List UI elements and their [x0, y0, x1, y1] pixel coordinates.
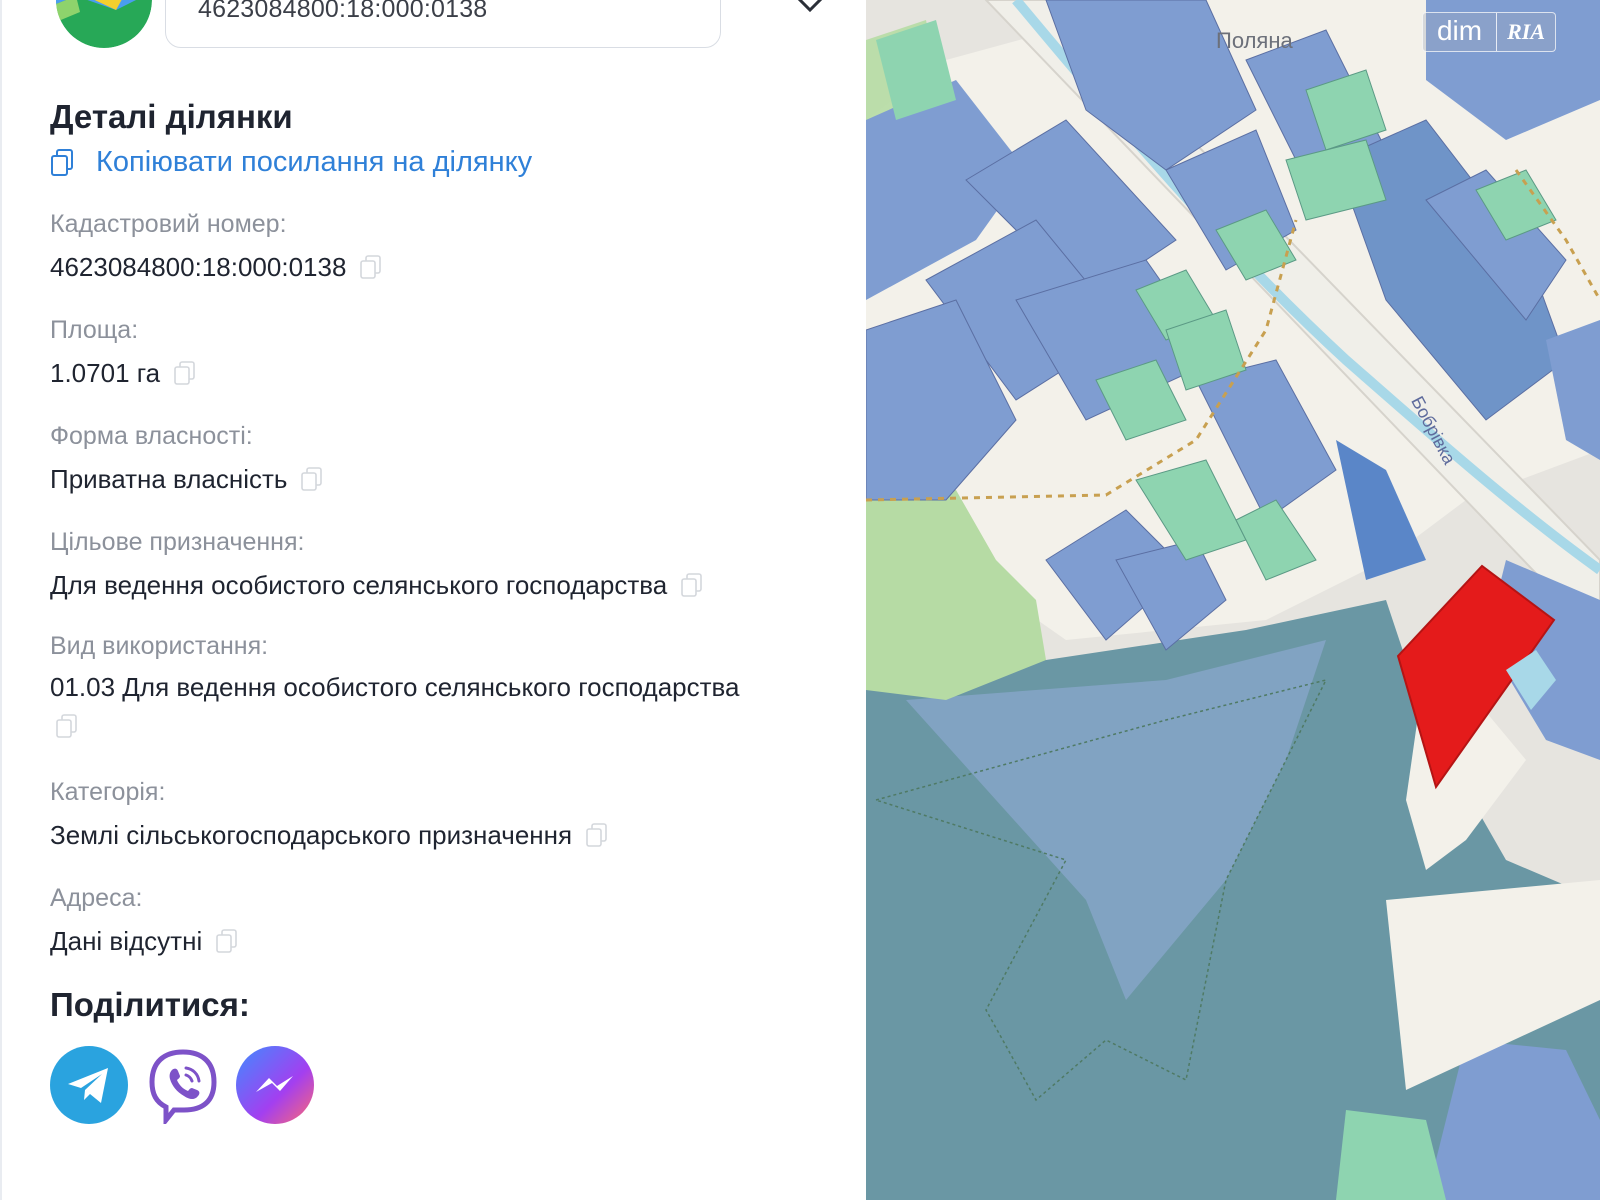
- address-label: Адреса:: [50, 884, 143, 912]
- search-input-value[interactable]: 4623084800:18:000:0138: [198, 0, 487, 24]
- copy-icon[interactable]: [301, 466, 323, 493]
- usage-value: 01.03 Для ведення особистого селянського…: [50, 672, 740, 703]
- area-text: 1.0701 га: [50, 358, 161, 388]
- share-title: Поділитися:: [50, 986, 250, 1023]
- telegram-icon: [68, 1068, 108, 1103]
- copy-icon[interactable]: [216, 928, 238, 955]
- copy-parcel-link[interactable]: Копіювати посилання на ділянку: [50, 146, 532, 179]
- area-label: Площа:: [50, 316, 139, 344]
- share-telegram-button[interactable]: [50, 1046, 128, 1124]
- share-messenger-button[interactable]: [236, 1046, 314, 1124]
- copy-icon[interactable]: [56, 714, 78, 740]
- cadastral-number-value: 4623084800:18:000:0138: [50, 252, 382, 283]
- cadastral-number-text: 4623084800:18:000:0138: [50, 252, 347, 282]
- app-logo[interactable]: [56, 0, 152, 48]
- copy-link-label: Копіювати посилання на ділянку: [96, 146, 533, 178]
- purpose-text: Для ведення особистого селянського госпо…: [50, 570, 668, 600]
- viber-icon: [149, 1049, 217, 1128]
- category-label: Категорія:: [50, 778, 166, 806]
- close-icon[interactable]: [790, 0, 830, 30]
- messenger-icon: [256, 1076, 293, 1092]
- copy-icon[interactable]: [586, 822, 608, 849]
- copy-icon: [51, 148, 73, 176]
- ownership-label: Форма власності:: [50, 422, 253, 450]
- address-value: Дані відсутні: [50, 926, 238, 957]
- copy-icon[interactable]: [360, 254, 382, 281]
- map-canvas[interactable]: [866, 0, 1600, 1200]
- address-text: Дані відсутні: [50, 926, 203, 956]
- parcel-details-panel: 4623084800:18:000:0138 Деталі ділянки Ко…: [0, 0, 866, 1200]
- share-viber-button[interactable]: [144, 1046, 222, 1128]
- brand-ria-text: RIA: [1496, 13, 1555, 51]
- area-value: 1.0701 га: [50, 358, 196, 389]
- purpose-label: Цільове призначення:: [50, 528, 305, 556]
- dimria-logo: dim RIA: [1421, 12, 1556, 52]
- brand-dim-text: dim: [1436, 15, 1483, 46]
- category-value: Землі сільськогосподарського призначення: [50, 820, 608, 851]
- ownership-value: Приватна власність: [50, 464, 323, 495]
- close-button[interactable]: [790, 0, 830, 30]
- usage-text: 01.03 Для ведення особистого селянського…: [50, 672, 740, 702]
- cadastral-number-label: Кадастровий номер:: [50, 210, 287, 238]
- page-title: Деталі ділянки: [50, 98, 293, 135]
- copy-icon[interactable]: [174, 360, 196, 387]
- purpose-value: Для ведення особистого селянського госпо…: [50, 570, 703, 601]
- map-place-label: Поляна: [1216, 28, 1293, 53]
- cadastral-map[interactable]: Поляна Бобрівка dim RIA: [866, 0, 1600, 1200]
- copy-icon[interactable]: [681, 572, 703, 599]
- cadastral-search-input[interactable]: 4623084800:18:000:0138: [165, 0, 721, 48]
- usage-label: Вид використання:: [50, 632, 269, 660]
- ownership-text: Приватна власність: [50, 464, 288, 494]
- category-text: Землі сільськогосподарського призначення: [50, 820, 573, 850]
